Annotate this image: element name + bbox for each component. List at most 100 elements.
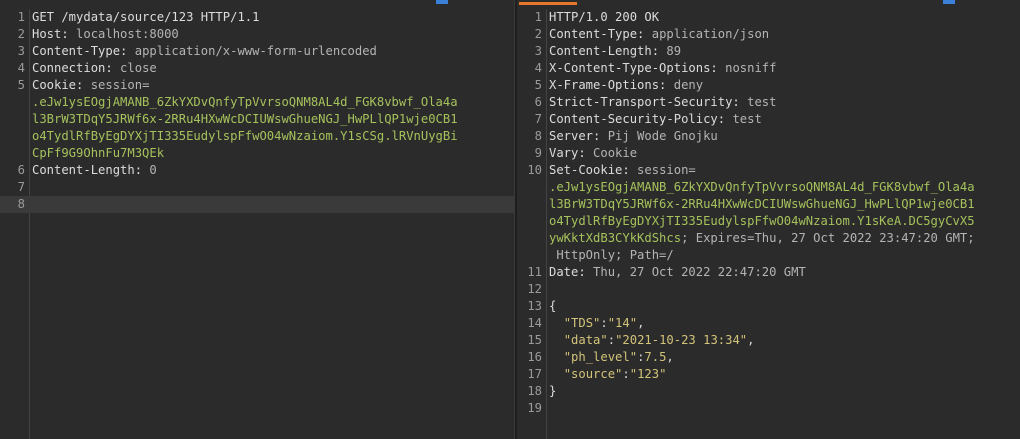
request-line[interactable]: CpFf9G9OhnFu7M3QEk: [0, 145, 514, 162]
request-line[interactable]: 6 Content-Length: 0: [0, 162, 514, 179]
response-line[interactable]: 10 Set-Cookie: session=: [517, 162, 1020, 179]
header-value: test: [725, 112, 762, 126]
line-content: GET /mydata/source/123 HTTP/1.1: [32, 9, 259, 26]
request-line[interactable]: .eJw1ysEOgjAMANB_6ZkYXDvQnfyTpVvrsoQNM8A…: [0, 94, 514, 111]
response-editor[interactable]: 1 HTTP/1.0 200 OK 2 Content-Type: applicati…: [517, 9, 1020, 417]
header-name: Content-Security-Policy:: [549, 112, 726, 126]
header-name: Date:: [549, 265, 586, 279]
response-line[interactable]: 2 Content-Type: application/json: [517, 26, 1020, 43]
request-line[interactable]: 3 Content-Type: application/x-www-form-ur…: [0, 43, 514, 60]
request-line[interactable]: 1 GET /mydata/source/123 HTTP/1.1: [0, 9, 514, 26]
request-editor[interactable]: 1 GET /mydata/source/123 HTTP/1.1 2 Host: l…: [0, 9, 514, 213]
request-line[interactable]: 7: [0, 179, 514, 196]
line-number: 1: [17, 10, 25, 24]
header-value: Thu, 27 Oct 2022 22:47:20 GMT: [585, 265, 806, 279]
line-content: ywKktXdB3CYkKdShcs; Expires=Thu, 27 Oct …: [549, 230, 975, 247]
session-token: l3BrW3TDqY5JRWf6x-2RRu4HXwWcDCIUWswGhueN…: [32, 112, 458, 126]
response-line[interactable]: 13 {: [517, 298, 1020, 315]
response-line[interactable]: 4 X-Content-Type-Options: nosniff: [517, 60, 1020, 77]
response-line[interactable]: 5 X-Frame-Options: deny: [517, 77, 1020, 94]
response-line[interactable]: 15 "data":"2021-10-23 13:34",: [517, 332, 1020, 349]
session-token: o4TydlRfByEgDYXjTI335EudylspFfwO04wNzaio…: [549, 214, 975, 228]
header-name: X-Content-Type-Options:: [549, 61, 718, 75]
line-content: }: [549, 383, 556, 400]
response-line[interactable]: ywKktXdB3CYkKdShcs; Expires=Thu, 27 Oct …: [517, 230, 1020, 247]
header-name: Content-Type:: [549, 27, 645, 41]
line-number: 18: [527, 384, 542, 398]
header-name: }: [549, 384, 557, 398]
header-name: X-Frame-Options:: [549, 78, 667, 92]
line-content: .eJw1ysEOgjAMANB_6ZkYXDvQnfyTpVvrsoQNM8A…: [549, 179, 975, 196]
response-line[interactable]: 1 HTTP/1.0 200 OK: [517, 9, 1020, 26]
json-comma: ,: [747, 333, 755, 347]
response-line[interactable]: 11 Date: Thu, 27 Oct 2022 22:47:20 GMT: [517, 264, 1020, 281]
response-line[interactable]: 6 Strict-Transport-Security: test: [517, 94, 1020, 111]
response-line[interactable]: 7 Content-Security-Policy: test: [517, 111, 1020, 128]
line-number: 5: [17, 78, 25, 92]
response-tab-indicator-icon[interactable]: [943, 0, 955, 4]
request-tab-indicator-icon[interactable]: [436, 0, 448, 4]
header-value: 0: [142, 163, 157, 177]
json-comma: ,: [666, 350, 674, 364]
response-line[interactable]: 9 Vary: Cookie: [517, 145, 1020, 162]
response-line[interactable]: 12: [517, 281, 1020, 298]
line-content: HTTP/1.0 200 OK: [549, 9, 659, 26]
response-line[interactable]: o4TydlRfByEgDYXjTI335EudylspFfwO04wNzaio…: [517, 213, 1020, 230]
session-token: .eJw1ysEOgjAMANB_6ZkYXDvQnfyTpVvrsoQNM8A…: [549, 180, 975, 194]
request-line[interactable]: o4TydlRfByEgDYXjTI335EudylspFfwO04wNzaio…: [0, 128, 514, 145]
json-value: "123": [629, 367, 667, 381]
line-content: Strict-Transport-Security: test: [549, 94, 776, 111]
header-value: nosniff: [717, 61, 777, 75]
request-line[interactable]: 5 Cookie: session=: [0, 77, 514, 94]
line-number: 7: [17, 180, 25, 194]
line-content: Content-Type: application/x-www-form-url…: [32, 43, 377, 60]
response-line[interactable]: .eJw1ysEOgjAMANB_6ZkYXDvQnfyTpVvrsoQNM8A…: [517, 179, 1020, 196]
line-number: 12: [527, 282, 542, 296]
line-content: Content-Type: application/json: [549, 26, 769, 43]
header-name: {: [549, 299, 557, 313]
header-name: Cookie:: [32, 78, 84, 92]
line-content: Date: Thu, 27 Oct 2022 22:47:20 GMT: [549, 264, 806, 281]
header-value: deny: [666, 78, 704, 92]
request-line[interactable]: l3BrW3TDqY5JRWf6x-2RRu4HXwWcDCIUWswGhueN…: [0, 111, 514, 128]
header-value: application/json: [644, 27, 770, 41]
request-line[interactable]: 4 Connection: close: [0, 60, 514, 77]
session-token: l3BrW3TDqY5JRWf6x-2RRu4HXwWcDCIUWswGhueN…: [549, 197, 975, 211]
response-line[interactable]: 8 Server: Pij Wode Gnojku: [517, 128, 1020, 145]
line-number: 4: [17, 61, 25, 75]
line-number: 15: [527, 333, 542, 347]
response-line[interactable]: 19: [517, 400, 1020, 417]
response-line[interactable]: 16 "ph_level":7.5,: [517, 349, 1020, 366]
line-number: 6: [17, 163, 25, 177]
response-line[interactable]: 3 Content-Length: 89: [517, 43, 1020, 60]
response-line[interactable]: l3BrW3TDqY5JRWf6x-2RRu4HXwWcDCIUWswGhueN…: [517, 196, 1020, 213]
response-line[interactable]: 17 "source":"123": [517, 366, 1020, 383]
line-number: 7: [534, 112, 542, 126]
header-name: HTTP/1.0 200 OK: [549, 10, 660, 24]
line-number: 2: [17, 27, 25, 41]
header-value: HttpOnly; Path=/: [549, 248, 674, 262]
request-line[interactable]: 8: [0, 196, 514, 213]
session-token: ywKktXdB3CYkKdShcs: [549, 231, 682, 245]
response-tab-active-underline[interactable]: [519, 2, 577, 5]
response-line[interactable]: 14 "TDS":"14",: [517, 315, 1020, 332]
line-content: Connection: close: [32, 60, 157, 77]
line-content: X-Frame-Options: deny: [549, 77, 703, 94]
line-content: Cookie: session=: [32, 77, 149, 94]
line-content: Content-Security-Policy: test: [549, 111, 762, 128]
header-name: Strict-Transport-Security:: [549, 95, 740, 109]
response-pane[interactable]: 1 HTTP/1.0 200 OK 2 Content-Type: applicati…: [517, 0, 1020, 439]
request-line[interactable]: 2 Host: localhost:8000: [0, 26, 514, 43]
json-colon: :: [600, 316, 608, 330]
header-value: close: [112, 61, 157, 75]
line-number: 9: [534, 146, 542, 160]
session-token: .eJw1ysEOgjAMANB_6ZkYXDvQnfyTpVvrsoQNM8A…: [32, 95, 458, 109]
line-content: o4TydlRfByEgDYXjTI335EudylspFfwO04wNzaio…: [32, 128, 458, 145]
line-content: Set-Cookie: session=: [549, 162, 696, 179]
response-line[interactable]: HttpOnly; Path=/: [517, 247, 1020, 264]
line-number: 8: [534, 129, 542, 143]
request-pane[interactable]: 1 GET /mydata/source/123 HTTP/1.1 2 Host: l…: [0, 0, 514, 439]
response-line[interactable]: 18}: [517, 383, 1020, 400]
